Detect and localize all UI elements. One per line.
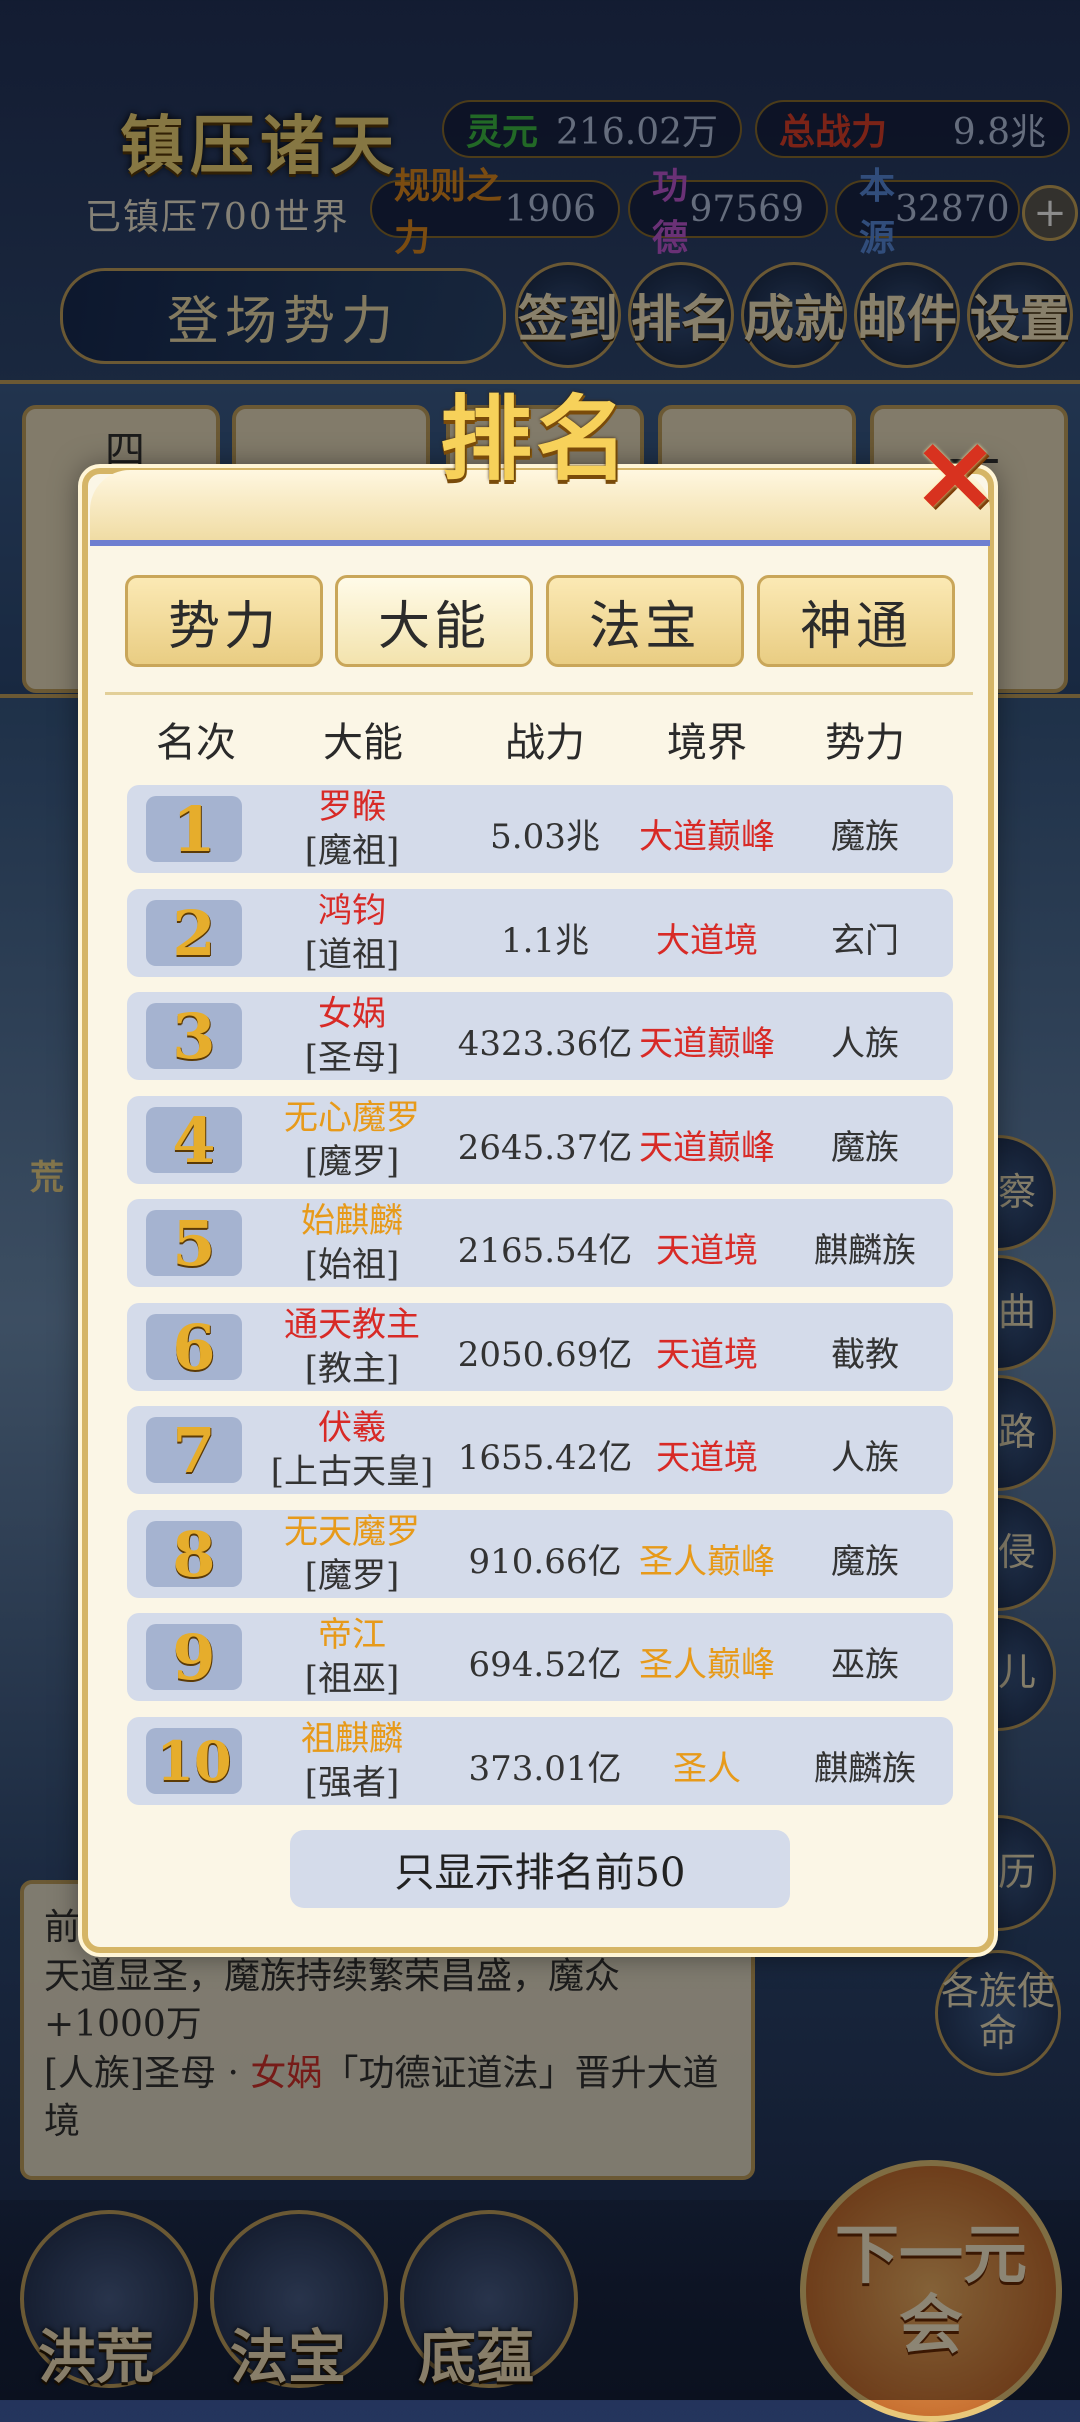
person-name: 帝江 bbox=[318, 1615, 386, 1655]
faction-value: 魔族 bbox=[831, 817, 899, 857]
person-title: [圣母] bbox=[304, 1038, 400, 1078]
power-value: 1655.42亿 bbox=[457, 1438, 633, 1478]
power-value: 5.03兆 bbox=[490, 817, 600, 857]
close-icon[interactable]: ✕ bbox=[910, 427, 1000, 527]
column-header-faction: 势力 bbox=[825, 720, 905, 766]
rank-number: 9 bbox=[146, 1621, 242, 1694]
person-name: 祖麒麟 bbox=[301, 1719, 403, 1759]
show-top50-button[interactable]: 只显示排名前50 bbox=[290, 1830, 790, 1908]
person-title: [始祖] bbox=[304, 1245, 400, 1285]
power-value: 2165.54亿 bbox=[457, 1231, 633, 1271]
realm-value: 天道境 bbox=[656, 1438, 758, 1478]
tab-great-power[interactable]: 大能 bbox=[335, 575, 533, 667]
person-cell: 始麒麟 [始祖] bbox=[242, 1199, 462, 1287]
faction-value: 人族 bbox=[831, 1438, 899, 1478]
person-name: 无心魔罗 bbox=[284, 1098, 420, 1138]
power-value: 373.01亿 bbox=[468, 1749, 622, 1789]
person-cell: 祖麒麟 [强者] bbox=[242, 1717, 462, 1805]
faction-value: 麒麟族 bbox=[814, 1231, 916, 1271]
person-title: [魔祖] bbox=[304, 831, 400, 871]
column-header-realm: 境界 bbox=[667, 720, 747, 766]
realm-value: 圣人 bbox=[673, 1749, 741, 1789]
realm-value: 天道境 bbox=[656, 1231, 758, 1271]
faction-value: 魔族 bbox=[831, 1128, 899, 1168]
person-name: 伏羲 bbox=[318, 1408, 386, 1448]
person-cell: 帝江 [祖巫] bbox=[242, 1613, 462, 1701]
power-value: 2050.69亿 bbox=[457, 1335, 633, 1375]
column-header-rank: 名次 bbox=[156, 720, 236, 766]
rank-number: 3 bbox=[146, 1000, 242, 1073]
person-title: [上古天皇] bbox=[270, 1452, 434, 1492]
power-value: 694.52亿 bbox=[468, 1645, 622, 1685]
column-header-power: 战力 bbox=[505, 720, 585, 766]
faction-value: 巫族 bbox=[831, 1645, 899, 1685]
person-name: 鸿钧 bbox=[318, 891, 386, 931]
person-title: [祖巫] bbox=[304, 1659, 400, 1699]
person-cell: 鸿钧 [道祖] bbox=[242, 889, 462, 977]
realm-value: 天道巅峰 bbox=[639, 1024, 775, 1064]
rank-number: 1 bbox=[146, 793, 242, 866]
rank-number: 2 bbox=[146, 897, 242, 970]
person-name: 始麒麟 bbox=[301, 1201, 403, 1241]
faction-value: 麒麟族 bbox=[814, 1749, 916, 1789]
person-name: 无天魔罗 bbox=[284, 1512, 420, 1552]
person-title: [教主] bbox=[304, 1349, 400, 1389]
person-cell: 伏羲 [上古天皇] bbox=[242, 1406, 462, 1494]
realm-value: 圣人巅峰 bbox=[639, 1542, 775, 1582]
power-value: 910.66亿 bbox=[468, 1542, 622, 1582]
tab-divine-art[interactable]: 神通 bbox=[757, 575, 955, 667]
faction-value: 截教 bbox=[831, 1335, 899, 1375]
rank-number: 10 bbox=[146, 1728, 242, 1794]
realm-value: 天道境 bbox=[656, 1335, 758, 1375]
faction-value: 玄门 bbox=[831, 921, 899, 961]
tab-divider bbox=[105, 692, 973, 695]
person-name: 通天教主 bbox=[284, 1305, 420, 1345]
realm-value: 大道境 bbox=[656, 921, 758, 961]
modal-title: 排名 bbox=[440, 385, 633, 493]
power-value: 2645.37亿 bbox=[457, 1128, 633, 1168]
person-title: [道祖] bbox=[304, 935, 400, 975]
power-value: 4323.36亿 bbox=[457, 1024, 633, 1064]
rank-number: 6 bbox=[146, 1311, 242, 1384]
person-title: [强者] bbox=[304, 1763, 400, 1803]
person-name: 女娲 bbox=[318, 994, 386, 1034]
person-cell: 通天教主 [教主] bbox=[242, 1303, 462, 1391]
column-header-name: 大能 bbox=[323, 720, 403, 766]
person-name: 罗睺 bbox=[318, 787, 386, 827]
person-cell: 女娲 [圣母] bbox=[242, 992, 462, 1080]
realm-value: 圣人巅峰 bbox=[639, 1645, 775, 1685]
person-title: [魔罗] bbox=[304, 1142, 400, 1182]
person-cell: 无天魔罗 [魔罗] bbox=[242, 1510, 462, 1598]
rank-number: 7 bbox=[146, 1414, 242, 1487]
power-value: 1.1兆 bbox=[500, 921, 590, 961]
rank-number: 5 bbox=[146, 1207, 242, 1280]
tab-treasure[interactable]: 法宝 bbox=[546, 575, 744, 667]
person-title: [魔罗] bbox=[304, 1556, 400, 1596]
realm-value: 大道巅峰 bbox=[639, 817, 775, 857]
rank-number: 8 bbox=[146, 1518, 242, 1591]
realm-value: 天道巅峰 bbox=[639, 1128, 775, 1168]
rank-number: 4 bbox=[146, 1104, 242, 1177]
person-cell: 无心魔罗 [魔罗] bbox=[242, 1096, 462, 1184]
faction-value: 人族 bbox=[831, 1024, 899, 1064]
tab-faction[interactable]: 势力 bbox=[125, 575, 323, 667]
person-cell: 罗睺 [魔祖] bbox=[242, 785, 462, 873]
faction-value: 魔族 bbox=[831, 1542, 899, 1582]
